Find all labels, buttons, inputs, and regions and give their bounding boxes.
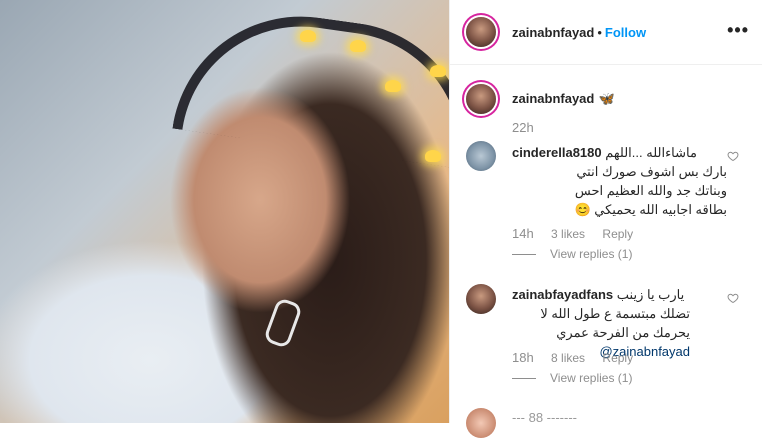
caption-time: 22h: [512, 120, 534, 135]
reply-button[interactable]: Reply: [602, 227, 633, 241]
like-heart-icon[interactable]: [727, 150, 739, 162]
view-replies-label: View replies (1): [550, 247, 633, 261]
separator-dot: •: [597, 25, 602, 40]
reply-button[interactable]: Reply: [602, 351, 633, 365]
comment-likes[interactable]: 3 likes: [551, 227, 585, 241]
butterfly-icon: [430, 65, 446, 77]
comment-text: تضلك مبتسمة ع طول الله لا يحرمك من الفرح…: [540, 306, 690, 340]
comment-avatar[interactable]: [466, 408, 496, 438]
post-username[interactable]: zainabnfayad: [512, 25, 594, 40]
comment-likes[interactable]: 8 likes: [551, 351, 585, 365]
butterfly-emoji: 🦋: [598, 91, 615, 106]
post-panel: zainabnfayad • Follow ••• zainabnfayad 🦋 2…: [449, 0, 762, 438]
replies-divider: [512, 377, 536, 379]
hairband-decor: [172, 0, 449, 171]
smile-emoji: 😊: [574, 202, 591, 217]
post-header: zainabnfayad • Follow •••: [450, 0, 762, 65]
comment-username[interactable]: zainabfayadfans: [512, 287, 613, 302]
caption-avatar[interactable]: [466, 84, 496, 114]
comment-username[interactable]: cinderella8180: [512, 145, 602, 160]
comment-text: بارك بس اشوف صورك انتي وبناتك جد والله ا…: [574, 164, 727, 217]
post-photo[interactable]: [0, 0, 449, 423]
like-heart-icon[interactable]: [727, 292, 739, 304]
comment-text-line1: ماشاءالله ...اللهم: [605, 145, 697, 160]
comment-avatar[interactable]: [466, 284, 496, 314]
more-options-icon[interactable]: •••: [727, 20, 749, 41]
avatar[interactable]: [466, 17, 496, 47]
earring: [262, 296, 304, 350]
butterfly-icon: [385, 80, 401, 92]
butterfly-icon: [300, 30, 316, 42]
view-replies-button[interactable]: View replies (1): [512, 371, 632, 385]
follow-button[interactable]: Follow: [605, 25, 646, 40]
comment-time: 14h: [512, 226, 534, 241]
butterfly-icon: [425, 150, 441, 162]
comment-text-line1: يارب يا زينب: [616, 287, 685, 302]
view-replies-label: View replies (1): [550, 371, 633, 385]
comment-avatar[interactable]: [466, 141, 496, 171]
replies-divider: [512, 253, 536, 255]
comment-time: 18h: [512, 350, 534, 365]
butterfly-icon: [350, 40, 366, 52]
caption-username[interactable]: zainabnfayad: [512, 91, 594, 106]
view-replies-button[interactable]: View replies (1): [512, 247, 632, 261]
